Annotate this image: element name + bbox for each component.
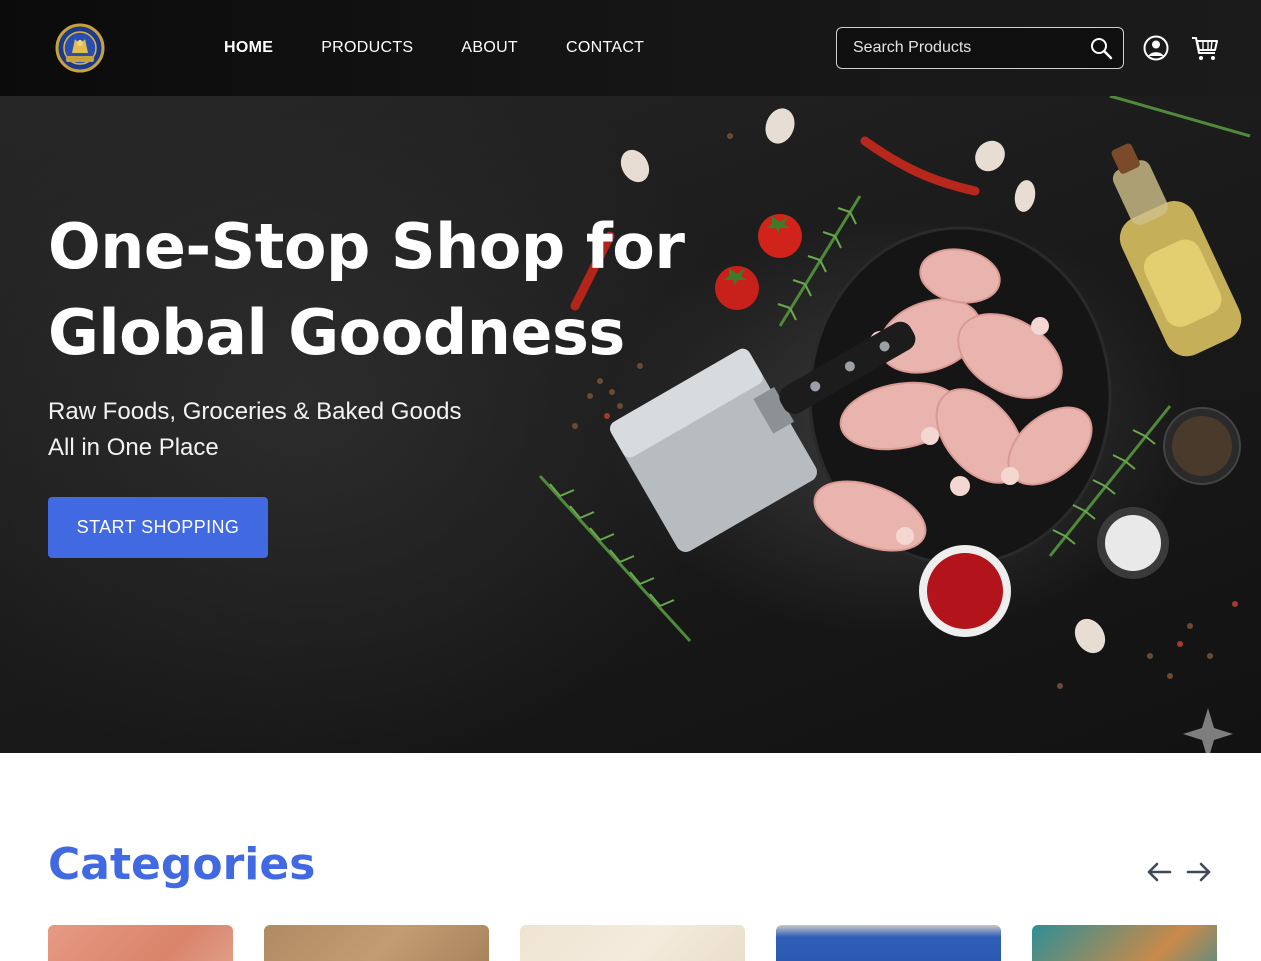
- hero-title-line-2: Global Goodness: [48, 296, 625, 369]
- categories-title: Categories: [48, 839, 316, 890]
- hero-subtitle: Raw Foods, Groceries & Baked Goods All i…: [48, 394, 462, 466]
- hero-subtitle-line-2: All in One Place: [48, 434, 219, 461]
- category-card-1[interactable]: [48, 925, 233, 961]
- category-card-5[interactable]: [1032, 925, 1217, 961]
- nav-contact[interactable]: CONTACT: [566, 38, 644, 58]
- main-nav: HOME PRODUCTS ABOUT CONTACT: [224, 38, 644, 58]
- arrow-right-icon[interactable]: [1185, 858, 1213, 886]
- category-card-3[interactable]: [520, 925, 745, 961]
- hero-subtitle-line-1: Raw Foods, Groceries & Baked Goods: [48, 398, 462, 425]
- nav-home[interactable]: HOME: [224, 38, 273, 58]
- hero-banner: One-Stop Shop for Global Goodness Raw Fo…: [0, 96, 1261, 753]
- category-card-2[interactable]: [264, 925, 489, 961]
- category-card-4[interactable]: [776, 925, 1001, 961]
- search-icon[interactable]: [1089, 36, 1113, 60]
- search-input[interactable]: [837, 28, 1077, 68]
- hero-title: One-Stop Shop for Global Goodness: [48, 204, 688, 376]
- cart-icon[interactable]: [1191, 34, 1219, 62]
- nav-about[interactable]: ABOUT: [461, 38, 518, 58]
- site-header: HOME PRODUCTS ABOUT CONTACT: [0, 0, 1261, 96]
- hero-title-line-1: One-Stop Shop for: [48, 210, 685, 283]
- categories-carousel: [48, 925, 1217, 961]
- nav-products[interactable]: PRODUCTS: [321, 38, 413, 58]
- arrow-left-icon[interactable]: [1145, 858, 1173, 886]
- crest-logo-icon[interactable]: [55, 23, 105, 73]
- search-box: [836, 27, 1124, 69]
- user-circle-icon[interactable]: [1143, 34, 1169, 62]
- start-shopping-button[interactable]: START SHOPPING: [48, 497, 268, 558]
